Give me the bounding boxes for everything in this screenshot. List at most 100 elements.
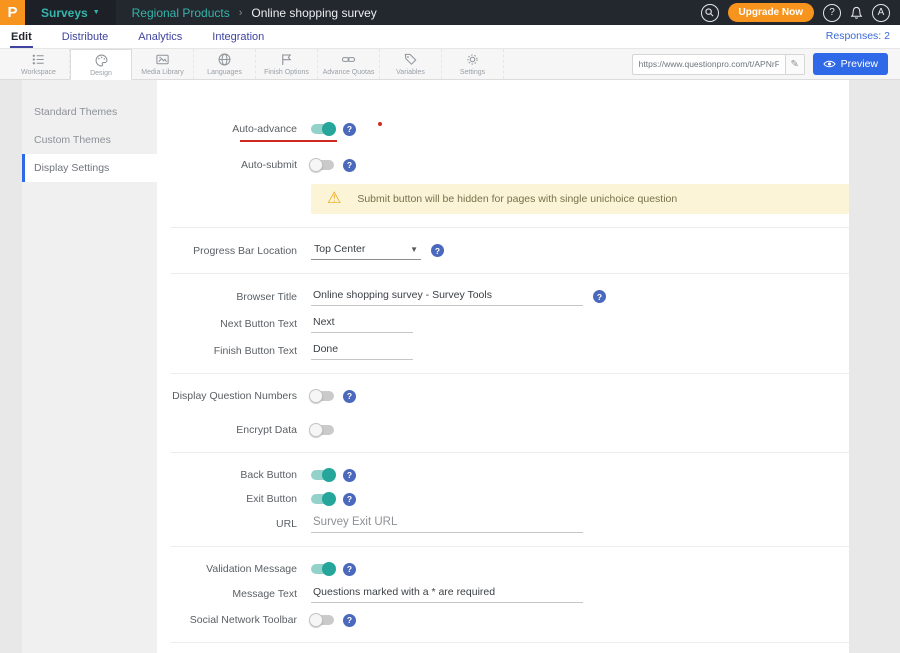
auto-submit-row: Auto-submit ? xyxy=(157,156,849,174)
toolbar-item-media-library[interactable]: Media Library xyxy=(132,49,194,79)
auto-submit-warning: ⚠ Submit button will be hidden for pages… xyxy=(311,184,849,214)
browser-title-input[interactable] xyxy=(311,287,583,306)
languages-globe-icon xyxy=(217,52,232,67)
social-network-toolbar-toggle[interactable] xyxy=(311,615,334,625)
topbar-actions: Upgrade Now ? A xyxy=(701,3,900,22)
auto-submit-toggle[interactable] xyxy=(311,160,334,170)
breadcrumb: Regional Products › Online shopping surv… xyxy=(116,6,377,20)
avatar[interactable]: A xyxy=(872,4,890,22)
toolbar-item-settings[interactable]: Settings xyxy=(442,49,504,79)
toggle-knob xyxy=(309,389,323,403)
display-settings-panel: Auto-advance ? Auto-submit ? ⚠ Submit bu… xyxy=(157,80,849,653)
display-question-numbers-row: Display Question Numbers ? xyxy=(157,387,849,405)
survey-url-input[interactable] xyxy=(633,59,785,69)
auto-advance-label: Auto-advance xyxy=(157,123,297,135)
breadcrumb-project[interactable]: Regional Products xyxy=(132,6,230,20)
toolbar-item-languages[interactable]: Languages xyxy=(194,49,256,79)
progress-bar-location-select[interactable]: Top Center ▼ xyxy=(311,241,421,260)
auto-submit-help-icon[interactable]: ? xyxy=(343,159,356,172)
browser-title-help-icon[interactable]: ? xyxy=(593,290,606,303)
toolbar-item-design[interactable]: Design xyxy=(70,49,132,80)
toggle-knob xyxy=(309,158,323,172)
tab-distribute[interactable]: Distribute xyxy=(61,27,109,48)
breadcrumb-separator: › xyxy=(239,7,243,19)
divider xyxy=(171,642,849,643)
encrypt-data-row: Encrypt Data xyxy=(157,421,849,439)
tab-analytics[interactable]: Analytics xyxy=(137,27,183,48)
warning-triangle-icon: ⚠ xyxy=(327,191,341,207)
settings-gear-icon xyxy=(465,52,480,67)
divider xyxy=(171,227,849,228)
toolbar-item-label: Languages xyxy=(207,69,242,76)
annotation-underline-auto-advance xyxy=(240,140,337,142)
back-button-help-icon[interactable]: ? xyxy=(343,469,356,482)
encrypt-data-label: Encrypt Data xyxy=(157,424,297,436)
toolbar-item-variables[interactable]: Variables xyxy=(380,49,442,79)
progress-bar-location-label: Progress Bar Location xyxy=(157,245,297,257)
next-button-text-input[interactable] xyxy=(311,314,413,333)
survey-url-box: ✎ xyxy=(632,54,805,75)
finish-button-text-input[interactable] xyxy=(311,341,413,360)
next-button-text-row: Next Button Text xyxy=(157,314,849,333)
sidebar-item-custom-themes[interactable]: Custom Themes xyxy=(22,126,157,154)
edit-url-pencil-icon[interactable]: ✎ xyxy=(785,55,804,74)
eye-icon xyxy=(823,59,836,69)
exit-button-toggle[interactable] xyxy=(311,494,334,504)
sidebar-item-display-settings[interactable]: Display Settings xyxy=(22,154,158,182)
toolbar-item-advance-quotas[interactable]: Advance Quotas xyxy=(318,49,380,79)
progress-bar-help-icon[interactable]: ? xyxy=(431,244,444,257)
design-palette-icon xyxy=(94,53,109,68)
toolbar-item-label: Variables xyxy=(396,69,425,76)
divider xyxy=(171,373,849,374)
display-question-numbers-toggle[interactable] xyxy=(311,391,334,401)
tab-edit[interactable]: Edit xyxy=(10,27,33,48)
toggle-knob xyxy=(309,423,323,437)
progress-bar-location-value: Top Center xyxy=(314,243,365,255)
exit-url-input[interactable] xyxy=(311,514,583,533)
exit-url-label: URL xyxy=(157,518,297,530)
validation-message-help-icon[interactable]: ? xyxy=(343,563,356,576)
message-text-input[interactable] xyxy=(311,584,583,603)
responses-count[interactable]: Responses: 2 xyxy=(826,30,890,48)
app-logo[interactable]: P xyxy=(0,0,25,25)
browser-title-row: Browser Title ? xyxy=(157,287,849,306)
sidebar-item-standard-themes[interactable]: Standard Themes xyxy=(22,98,157,126)
browser-title-label: Browser Title xyxy=(157,291,297,303)
auto-advance-toggle[interactable] xyxy=(311,124,334,134)
divider xyxy=(171,546,849,547)
upgrade-now-button[interactable]: Upgrade Now xyxy=(728,3,814,22)
display-question-numbers-help-icon[interactable]: ? xyxy=(343,390,356,403)
workspace-icon xyxy=(31,52,46,67)
back-button-toggle[interactable] xyxy=(311,470,334,480)
auto-advance-help-icon[interactable]: ? xyxy=(343,123,356,136)
topbar: P Surveys ▼ Regional Products › Online s… xyxy=(0,0,900,25)
notifications-bell-icon[interactable] xyxy=(850,6,863,20)
surveys-menu[interactable]: Surveys ▼ xyxy=(25,0,116,25)
social-network-toolbar-help-icon[interactable]: ? xyxy=(343,614,356,627)
chevron-down-icon: ▼ xyxy=(93,9,100,16)
divider xyxy=(171,273,849,274)
toolbar-item-finish-options[interactable]: Finish Options xyxy=(256,49,318,79)
tab-integration[interactable]: Integration xyxy=(211,27,265,48)
back-button-row: Back Button ? xyxy=(157,466,849,484)
validation-message-label: Validation Message xyxy=(157,563,297,575)
toggle-knob xyxy=(309,613,323,627)
surveys-label: Surveys xyxy=(41,6,88,20)
toggle-knob xyxy=(322,562,336,576)
preview-label: Preview xyxy=(841,58,878,70)
search-icon[interactable] xyxy=(701,4,719,22)
toggle-knob xyxy=(322,492,336,506)
exit-button-label: Exit Button xyxy=(157,493,297,505)
exit-button-help-icon[interactable]: ? xyxy=(343,493,356,506)
toolbar-right: ✎ Preview xyxy=(632,49,900,79)
preview-button[interactable]: Preview xyxy=(813,53,888,75)
message-text-label: Message Text xyxy=(157,588,297,600)
message-text-row: Message Text xyxy=(157,584,849,603)
encrypt-data-toggle[interactable] xyxy=(311,425,334,435)
toggle-knob xyxy=(322,122,336,136)
social-network-toolbar-row: Social Network Toolbar ? xyxy=(157,611,849,629)
help-icon[interactable]: ? xyxy=(823,4,841,22)
validation-message-toggle[interactable] xyxy=(311,564,334,574)
toolbar-item-workspace[interactable]: Workspace xyxy=(8,49,70,79)
primary-nav: Edit Distribute Analytics Integration Re… xyxy=(0,25,900,49)
